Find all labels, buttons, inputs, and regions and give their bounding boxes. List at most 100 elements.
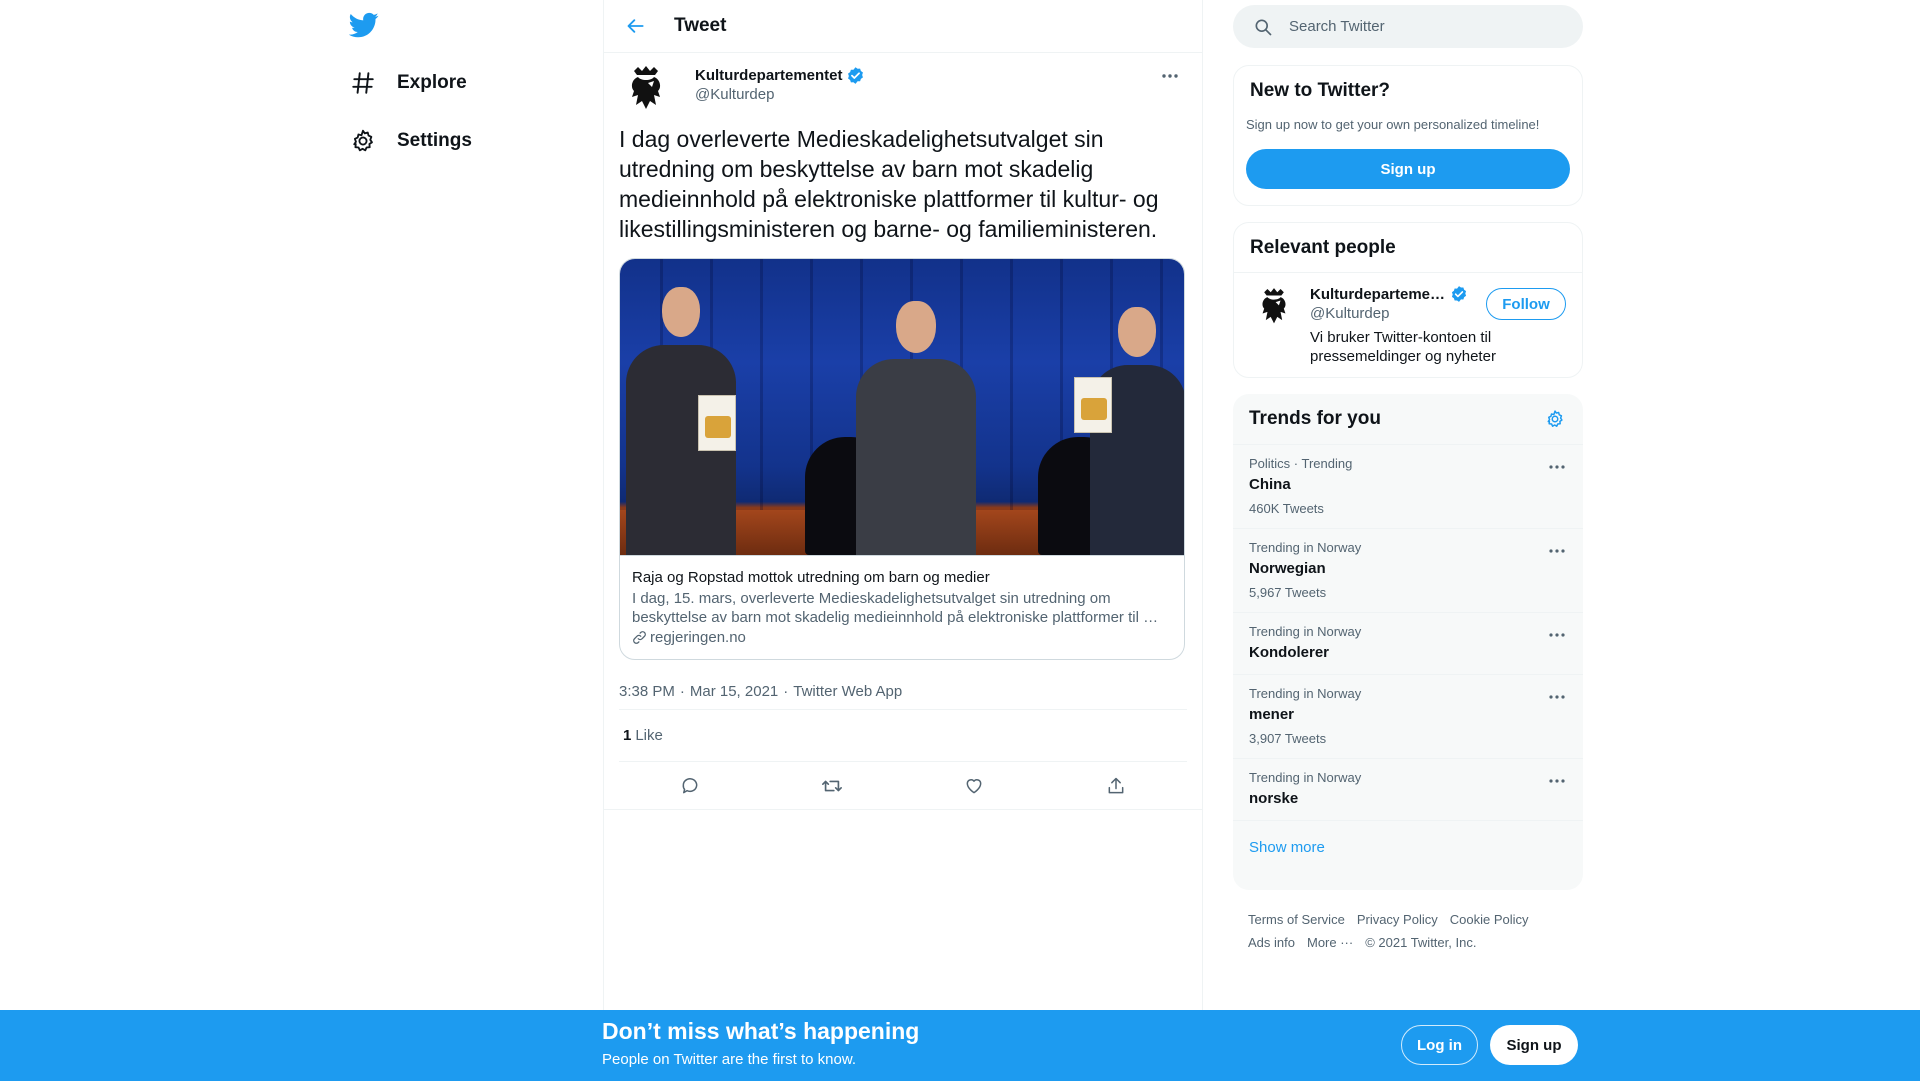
card-description: I dag, 15. mars, overleverte Medieskadel…	[632, 590, 1159, 626]
show-more-link[interactable]: Show more	[1233, 820, 1583, 874]
card-title: Raja og Ropstad mottok utredning om barn…	[632, 569, 990, 586]
person-bio: Vi bruker Twitter-kontoen til pressemeld…	[1310, 329, 1496, 365]
person-handle[interactable]: @Kulturdep	[1310, 305, 1389, 322]
relevant-people-panel: Relevant people Kulturdepartementet @Kul…	[1233, 222, 1583, 378]
trend-meta: Trending in Norway	[1249, 624, 1362, 639]
more-horizontal-icon[interactable]	[1545, 541, 1569, 561]
twitter-bird-icon[interactable]	[348, 10, 381, 42]
tweet-source[interactable]: Twitter Web App	[793, 683, 902, 700]
card-domain: regjeringen.no	[650, 629, 746, 646]
tweet-time[interactable]: 3:38 PM	[619, 683, 675, 700]
follow-button[interactable]: Follow	[1486, 288, 1566, 320]
more-link[interactable]: More ···	[1307, 935, 1353, 950]
trend-name: Kondolerer	[1249, 644, 1330, 661]
card-domain-row: regjeringen.no	[632, 628, 1172, 647]
banner-subtitle: People on Twitter are the first to know.	[602, 1051, 857, 1068]
banner-signup-button[interactable]: Sign up	[1490, 1025, 1578, 1065]
avatar[interactable]	[624, 65, 672, 113]
signup-banner: Don’t miss what’s happening People on Tw…	[0, 1010, 1920, 1081]
trend-meta: Politics · Trending	[1249, 456, 1353, 471]
meta-separator: ·	[783, 683, 789, 700]
copyright-text: © 2021 Twitter, Inc.	[1365, 935, 1477, 950]
ads-info-link[interactable]: Ads info	[1248, 935, 1295, 950]
more-horizontal-icon[interactable]	[1545, 687, 1569, 707]
verified-badge-icon	[846, 66, 865, 85]
nav-item-settings[interactable]: Settings	[335, 117, 486, 165]
link-icon	[633, 631, 646, 644]
terms-link[interactable]: Terms of Service	[1248, 912, 1345, 927]
trend-meta: Trending in Norway	[1249, 686, 1362, 701]
tweet-actions	[604, 762, 1202, 810]
trends-panel: Trends for you Politics · Trending China…	[1233, 394, 1583, 890]
trend-item[interactable]: Trending in Norway Kondolerer	[1233, 612, 1583, 674]
trend-name: norske	[1249, 790, 1299, 807]
card-body: Raja og Ropstad mottok utredning om barn…	[620, 555, 1184, 659]
share-icon	[1108, 777, 1124, 793]
tweet-text: I dag overleverte Medieskadelighetsutval…	[619, 126, 1159, 242]
footer-links: Terms of Service Privacy Policy Cookie Pol…	[1248, 908, 1578, 954]
reply-button[interactable]	[671, 767, 709, 805]
tweet-date[interactable]: Mar 15, 2021	[690, 683, 778, 700]
hashtag-icon	[349, 69, 377, 97]
trend-count: 5,967 Tweets	[1249, 585, 1327, 600]
login-button[interactable]: Log in	[1401, 1025, 1478, 1065]
new-to-twitter-title: New to Twitter?	[1250, 80, 1391, 101]
privacy-link[interactable]: Privacy Policy	[1357, 912, 1438, 927]
trend-name: Norwegian	[1249, 560, 1326, 577]
search-input[interactable]	[1289, 18, 1549, 35]
arrow-left-icon	[627, 19, 644, 33]
trend-name: mener	[1249, 706, 1295, 723]
author-name[interactable]: Kulturdepartementet	[695, 67, 843, 84]
cookie-link[interactable]: Cookie Policy	[1450, 912, 1529, 927]
meta-separator: ·	[679, 683, 685, 700]
verified-badge-icon	[1450, 285, 1468, 303]
banner-title: Don’t miss what’s happening	[602, 1018, 920, 1044]
avatar[interactable]	[1256, 287, 1296, 327]
nav-label-explore: Explore	[397, 72, 467, 93]
trend-item[interactable]: Trending in Norway mener 3,907 Tweets	[1233, 674, 1583, 758]
gear-icon	[349, 127, 377, 155]
more-horizontal-icon[interactable]	[1545, 625, 1569, 645]
more-horizontal-icon	[1162, 74, 1178, 78]
author-name-row: Kulturdepartementet	[695, 66, 865, 85]
trends-header: Trends for you	[1233, 394, 1583, 444]
retweet-button[interactable]	[813, 767, 851, 805]
like-button[interactable]	[955, 767, 993, 805]
trend-count: 460K Tweets	[1249, 501, 1324, 516]
trend-item[interactable]: Trending in Norway norske	[1233, 758, 1583, 820]
retweet-icon	[822, 780, 842, 791]
trend-meta: Trending in Norway	[1249, 770, 1362, 785]
page-title: Tweet	[674, 15, 727, 36]
search-bar[interactable]	[1233, 5, 1583, 48]
relevant-people-title: Relevant people	[1250, 237, 1396, 258]
heart-icon	[966, 778, 982, 793]
tweet-stats[interactable]: 1 Like	[619, 710, 1187, 762]
more-options-button[interactable]	[1153, 59, 1187, 93]
person-name-row: Kulturdepartementet	[1310, 285, 1468, 303]
trends-title: Trends for you	[1249, 408, 1381, 429]
tweet-header: Kulturdepartementet @Kulturdep	[619, 53, 1187, 115]
trend-item[interactable]: Politics · Trending China 460K Tweets	[1233, 444, 1583, 528]
more-horizontal-icon[interactable]	[1545, 771, 1569, 791]
trend-count: 3,907 Tweets	[1249, 731, 1327, 746]
search-icon	[1255, 19, 1272, 35]
new-to-twitter-subtitle: Sign up now to get your own personalized…	[1246, 117, 1540, 132]
person-name[interactable]: Kulturdepartementet	[1310, 286, 1446, 303]
tweet-meta: 3:38 PM · Mar 15, 2021 · Twitter Web App	[619, 674, 1187, 710]
more-horizontal-icon[interactable]	[1545, 457, 1569, 477]
trend-name: China	[1249, 476, 1291, 493]
nav-label-settings: Settings	[397, 130, 472, 151]
card-image	[620, 259, 1184, 555]
main-header: Tweet	[604, 0, 1202, 53]
nav-item-explore[interactable]: Explore	[335, 59, 481, 107]
tweet: Kulturdepartementet @Kulturdep I dag ove…	[604, 53, 1202, 810]
new-to-twitter-panel: New to Twitter? Sign up now to get your …	[1233, 65, 1583, 206]
main-column: Tweet Kulturdepartementet @Kulturdep I d…	[603, 0, 1203, 1010]
link-card[interactable]: Raja og Ropstad mottok utredning om barn…	[619, 258, 1185, 660]
trend-item[interactable]: Trending in Norway Norwegian 5,967 Tweet…	[1233, 528, 1583, 612]
gear-icon[interactable]	[1543, 407, 1567, 431]
author-handle[interactable]: @Kulturdep	[695, 86, 774, 103]
back-button[interactable]	[618, 8, 654, 44]
sidebar-signup-button[interactable]: Sign up	[1246, 149, 1570, 189]
share-button[interactable]	[1097, 767, 1135, 805]
